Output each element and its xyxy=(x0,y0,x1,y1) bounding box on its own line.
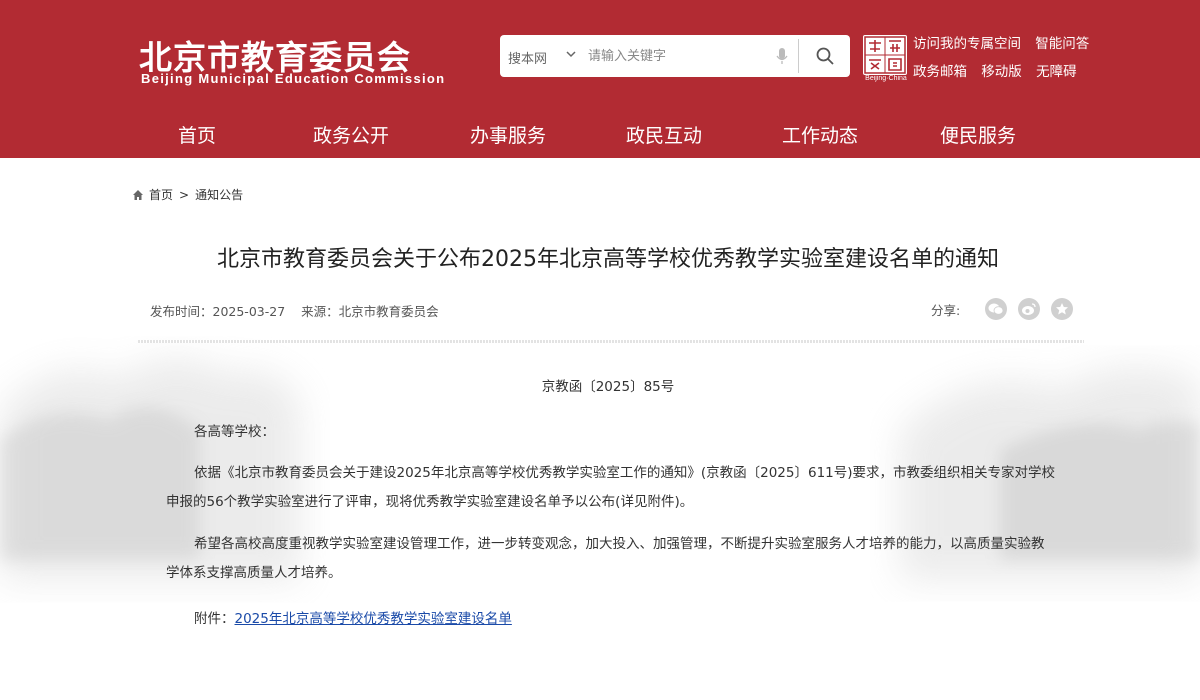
nav-item-services[interactable]: 办事服务 xyxy=(470,121,546,148)
breadcrumb: 首页 > 通知公告 xyxy=(132,186,243,203)
attachment-link[interactable]: 2025年北京高等学校优秀教学实验室建设名单 xyxy=(235,611,512,627)
article-meta: 发布时间：2025-03-27 来源：北京市教育委员会 xyxy=(150,301,451,320)
chevron-down-icon[interactable] xyxy=(564,47,578,61)
nav-item-home[interactable]: 首页 xyxy=(178,121,216,148)
beijing-seal-logo[interactable] xyxy=(863,35,907,75)
site-header: 北京市教育委员会 Beijing Municipal Education Com… xyxy=(0,0,1200,108)
star-icon xyxy=(1056,303,1069,315)
site-logo-english[interactable]: Beijing Municipal Education Commission xyxy=(141,71,445,86)
top-links: 访问我的专属空间 智能问答 政务邮箱 移动版 无障碍 xyxy=(913,35,1099,91)
search-button[interactable] xyxy=(800,35,850,77)
wechat-share-icon[interactable] xyxy=(985,298,1008,320)
body-paragraph-2: 希望各高校高度重视教学实验室建设管理工作，进一步转变观念，加大投入、加强管理，不… xyxy=(166,536,1045,581)
search-icon xyxy=(816,47,834,65)
nav-item-public-services[interactable]: 便民服务 xyxy=(940,121,1016,148)
link-mobile-version[interactable]: 移动版 xyxy=(981,64,1022,80)
nav-item-work-news[interactable]: 工作动态 xyxy=(782,121,858,148)
seal-icon xyxy=(864,36,906,74)
wechat-icon xyxy=(988,303,1004,315)
search-divider xyxy=(798,39,799,73)
link-personal-space[interactable]: 访问我的专属空间 xyxy=(913,36,1021,52)
weibo-icon xyxy=(1022,303,1036,315)
breadcrumb-separator: > xyxy=(179,187,190,202)
salutation: 各高等学校： xyxy=(194,424,275,440)
attachment: 附件：2025年北京高等学校优秀教学实验室建设名单 xyxy=(194,607,512,627)
breadcrumb-home[interactable]: 首页 xyxy=(149,186,173,203)
search-scope-select[interactable]: 搜本网 xyxy=(508,48,547,67)
body-paragraph-1: 依据《北京市教育委员会关于建设2025年北京高等学校优秀教学实验室工作的通知》(… xyxy=(166,465,1056,510)
link-smart-qa[interactable]: 智能问答 xyxy=(1035,36,1089,52)
favorite-share-icon[interactable] xyxy=(1051,298,1074,320)
article-source: 来源：北京市教育委员会 xyxy=(301,304,439,319)
breadcrumb-current[interactable]: 通知公告 xyxy=(195,186,243,203)
share-bar: 分享: xyxy=(931,298,1074,320)
main-nav: 首页 政务公开 办事服务 政民互动 工作动态 便民服务 xyxy=(0,108,1200,158)
search-input[interactable] xyxy=(588,43,768,69)
weibo-share-icon[interactable] xyxy=(1018,298,1041,320)
publish-time: 发布时间：2025-03-27 xyxy=(150,304,286,319)
nav-item-gov-affairs[interactable]: 政务公开 xyxy=(313,121,389,148)
attachment-label: 附件： xyxy=(194,611,235,627)
home-icon xyxy=(133,189,143,200)
share-label: 分享: xyxy=(931,302,961,318)
nav-item-interaction[interactable]: 政民互动 xyxy=(626,121,702,148)
search-box: 搜本网 xyxy=(500,35,850,77)
microphone-icon[interactable] xyxy=(776,47,788,65)
article-title: 北京市教育委员会关于公布2025年北京高等学校优秀教学实验室建设名单的通知 xyxy=(217,247,999,272)
link-gov-mailbox[interactable]: 政务邮箱 xyxy=(913,64,967,80)
title-divider xyxy=(138,340,1084,343)
document-number: 京教函〔2025〕85号 xyxy=(541,379,675,395)
seal-caption: Beijing·China xyxy=(865,75,907,82)
link-accessibility[interactable]: 无障碍 xyxy=(1036,64,1077,80)
